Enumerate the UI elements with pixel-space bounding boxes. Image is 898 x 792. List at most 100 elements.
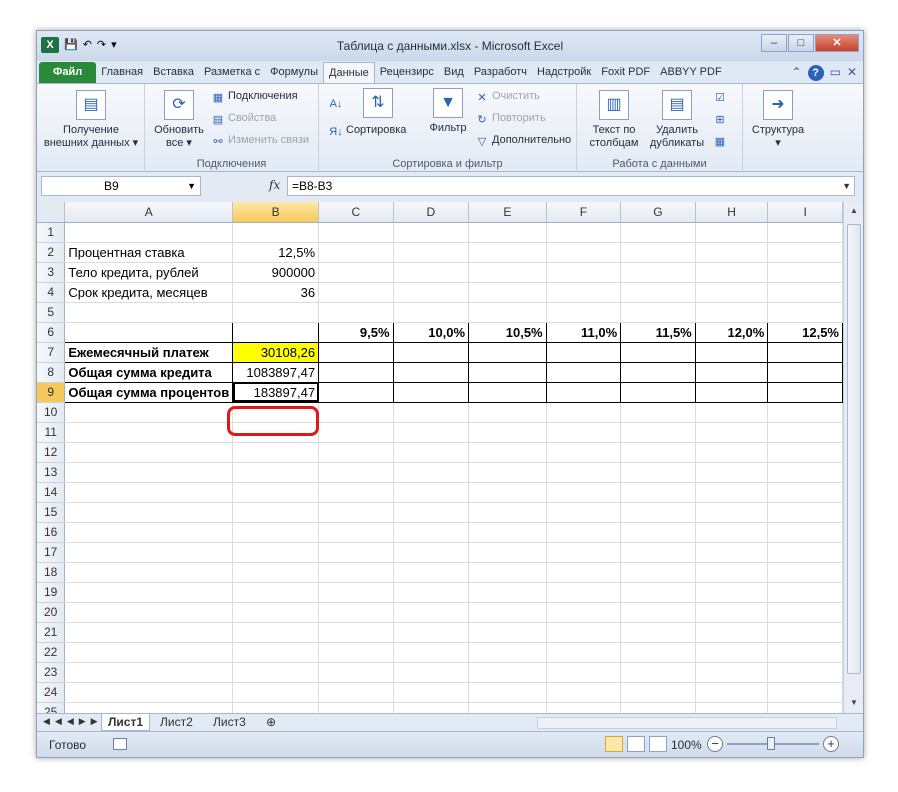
restore-window-icon[interactable]: ▭ [830,65,841,81]
cell-e16[interactable] [468,522,547,543]
cell-f22[interactable] [546,642,622,663]
cell-b17[interactable] [232,542,320,563]
row-header-16[interactable]: 16 [37,522,66,543]
cell-h9[interactable] [694,381,769,403]
row-header-12[interactable]: 12 [37,442,66,463]
cell-c2[interactable] [318,242,394,263]
cell-i19[interactable] [767,582,843,603]
remove-duplicates-button[interactable]: ▤ Удалить дубликаты [645,90,709,150]
cell-h7[interactable] [694,341,769,363]
row-header-5[interactable]: 5 [37,302,66,323]
cell-e23[interactable] [468,662,547,683]
row-header-6[interactable]: 6 [37,322,66,343]
cell-g14[interactable] [620,482,696,503]
cell-f3[interactable] [546,262,622,283]
tab-11[interactable]: ABBYY PDF [655,62,727,83]
cell-d2[interactable] [393,242,470,263]
cell-d12[interactable] [393,442,470,463]
row-header-24[interactable]: 24 [37,682,66,703]
cell-e14[interactable] [468,482,547,503]
cell-i7[interactable] [767,341,843,363]
cell-a2[interactable]: Процентная ставка [64,242,234,263]
cell-e10[interactable] [468,402,547,423]
name-box-dropdown-icon[interactable]: ▼ [187,177,196,195]
cell-f17[interactable] [546,542,622,563]
tab-10[interactable]: Foxit PDF [596,62,655,83]
properties-button[interactable]: ▤ Свойства [211,110,277,127]
cell-a3[interactable]: Тело кредита, рублей [64,262,234,283]
cell-f10[interactable] [546,402,622,423]
cell-f1[interactable] [546,222,622,243]
cell-g11[interactable] [620,422,696,443]
cell-h3[interactable] [695,262,769,283]
cell-b9[interactable]: 183897,47 [232,381,320,403]
advanced-button[interactable]: ▽ Дополнительно [475,132,571,149]
refresh-all-button[interactable]: ⟳ Обновить все ▾ [149,90,209,150]
cell-g15[interactable] [620,502,696,523]
cell-b25[interactable] [232,702,320,713]
row-header-17[interactable]: 17 [37,542,66,563]
cell-h19[interactable] [695,582,769,603]
cell-b23[interactable] [232,662,320,683]
row-header-9[interactable]: 9 [37,382,66,403]
data-validation-button[interactable]: ☑ [713,88,730,105]
cell-c13[interactable] [318,462,394,483]
cell-e12[interactable] [468,442,547,463]
cell-i8[interactable] [767,361,843,383]
cell-b22[interactable] [232,642,320,663]
normal-view-icon[interactable] [605,736,623,752]
cell-c12[interactable] [318,442,394,463]
zoom-out-button[interactable]: − [707,736,723,752]
cell-d20[interactable] [393,602,470,623]
cell-d18[interactable] [393,562,470,583]
column-header-e[interactable]: E [468,202,547,223]
cell-a17[interactable] [64,542,234,563]
cell-a10[interactable] [64,402,234,423]
cell-g3[interactable] [620,262,696,283]
tab-3[interactable]: Разметка с [199,62,265,83]
cell-b20[interactable] [232,602,320,623]
cell-f9[interactable] [545,381,622,403]
row-header-11[interactable]: 11 [37,422,66,443]
insert-sheet-icon[interactable]: ⊕ [260,714,282,731]
cell-a1[interactable] [64,222,234,243]
cell-c4[interactable] [318,282,394,303]
cell-d16[interactable] [393,522,470,543]
tab-8[interactable]: Разработч [469,62,532,83]
cell-h6[interactable]: 12,0% [694,321,769,343]
row-header-4[interactable]: 4 [37,282,66,303]
cell-i2[interactable] [767,242,843,263]
cell-a21[interactable] [64,622,234,643]
cell-f20[interactable] [546,602,622,623]
cell-h23[interactable] [695,662,769,683]
column-header-c[interactable]: C [318,202,394,223]
cell-b18[interactable] [232,562,320,583]
sheet-tab-3[interactable]: Лист3 [207,714,252,731]
cell-g13[interactable] [620,462,696,483]
cell-g7[interactable] [620,341,696,363]
sort-ascending-button[interactable]: A↓ [329,94,346,111]
formula-input[interactable]: =B8-B3 ▼ [287,176,855,196]
cell-g17[interactable] [620,542,696,563]
page-layout-view-icon[interactable] [627,736,645,752]
cell-c15[interactable] [318,502,394,523]
cell-a25[interactable] [64,702,234,713]
cell-i6[interactable]: 12,5% [767,321,843,343]
column-header-a[interactable]: A [64,202,234,223]
cell-e9[interactable] [468,381,547,403]
edit-links-button[interactable]: ⚯ Изменить связи [211,132,309,149]
cell-a8[interactable]: Общая сумма кредита [64,361,234,383]
cell-d7[interactable] [392,341,470,363]
cell-a7[interactable]: Ежемесячный платеж [64,341,234,363]
cell-h4[interactable] [695,282,769,303]
cell-f15[interactable] [546,502,622,523]
cell-g16[interactable] [620,522,696,543]
vertical-scrollbar[interactable]: ▲ ▼ [843,202,863,713]
cell-g25[interactable] [620,702,696,713]
cell-i13[interactable] [767,462,843,483]
cell-f11[interactable] [546,422,622,443]
cell-h25[interactable] [695,702,769,713]
tab-9[interactable]: Надстройк [532,62,596,83]
cell-g2[interactable] [620,242,696,263]
cell-i18[interactable] [767,562,843,583]
